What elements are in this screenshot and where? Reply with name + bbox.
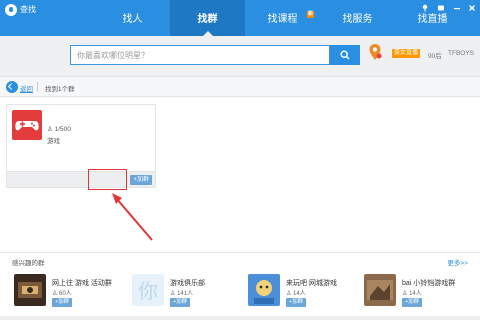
join-group-button[interactable]: +加群 xyxy=(52,298,73,307)
group-avatar[interactable] xyxy=(14,274,46,306)
tab-label: 找人 xyxy=(122,14,143,25)
recommended-group[interactable]: 来玩吧 网城游戏 ♙ 14人 +加群 xyxy=(248,274,358,314)
member-count: ♙ 14人 xyxy=(286,291,306,297)
search-button[interactable] xyxy=(330,45,360,65)
window-title: 查找 xyxy=(20,5,36,14)
tab-find-services[interactable]: 找服务 xyxy=(320,0,395,36)
svg-text:你: 你 xyxy=(138,279,158,303)
member-count: ♙ 14人 xyxy=(402,291,422,297)
hot-keyword[interactable]: TFBOYS xyxy=(448,50,474,57)
group-name[interactable]: 游戏俱乐部 xyxy=(170,278,205,288)
close-icon[interactable] xyxy=(467,4,477,14)
group-name[interactable]: 来玩吧 网城游戏 xyxy=(286,278,337,288)
card-footer: +加群 xyxy=(7,171,155,187)
group-result-card[interactable]: ♙ 1/500 游戏 +加群 xyxy=(6,104,156,188)
search-icon xyxy=(340,50,350,60)
member-count-value: 141人 xyxy=(177,291,194,297)
group-category: 游戏 xyxy=(47,138,60,145)
back-link[interactable]: 返回 xyxy=(20,83,33,93)
member-count-value: 14人 xyxy=(293,291,306,297)
member-count-value: 1/500 xyxy=(54,126,71,133)
person-icon: ♙ xyxy=(47,126,53,133)
member-count: ♙ 1/500 xyxy=(47,125,71,133)
tab-label: 找服务 xyxy=(342,14,373,25)
recommended-group[interactable]: 你 游戏俱乐部 ♙ 141人 +加群 xyxy=(132,274,242,314)
hot-tag[interactable]: 美女直播 xyxy=(392,49,421,58)
group-avatar[interactable] xyxy=(364,274,396,306)
join-group-button[interactable]: +加群 xyxy=(286,298,307,307)
highlight-box xyxy=(88,169,127,190)
search-input[interactable] xyxy=(70,45,330,65)
tab-label: 找课程 xyxy=(267,14,298,25)
group-name[interactable]: 网上往 游戏 活动群 xyxy=(52,278,112,288)
member-count-value: 14人 xyxy=(409,291,422,297)
search-area: 美女直播 90后 TFBOYS xyxy=(0,36,480,76)
recommended-group[interactable]: bai 小铃铛游戏群 ♙ 14人 +加群 xyxy=(364,274,474,314)
group-avatar[interactable] xyxy=(248,274,280,306)
tab-label: 找直播 xyxy=(417,14,448,25)
new-badge: 新 xyxy=(306,11,314,18)
recommended-group[interactable]: 网上往 游戏 活动群 ♙ 60人 +加群 xyxy=(14,274,124,314)
location-pin-icon[interactable] xyxy=(368,43,382,61)
join-group-button[interactable]: +加群 xyxy=(130,175,152,185)
join-group-button[interactable]: +加群 xyxy=(402,298,423,307)
interest-section-header: 感兴趣的群 更多>> xyxy=(0,252,480,267)
tab-find-courses[interactable]: 找课程 新 xyxy=(245,0,320,36)
gamepad-icon[interactable] xyxy=(12,110,42,140)
pin-icon[interactable] xyxy=(420,4,430,14)
back-arrow-icon[interactable] xyxy=(6,81,18,93)
result-count: 找到1个群 xyxy=(45,86,75,93)
tab-bar: 找人 找群 找课程 新 找服务 找直播 xyxy=(95,0,470,36)
group-name[interactable]: bai 小铃铛游戏群 xyxy=(402,278,455,288)
more-link[interactable]: 更多>> xyxy=(447,257,468,267)
divider xyxy=(37,82,38,92)
breadcrumb: 返回 找到1个群 xyxy=(0,76,480,97)
join-group-button[interactable]: +加群 xyxy=(170,298,191,307)
app-logo-icon xyxy=(5,4,17,16)
tab-find-people[interactable]: 找人 xyxy=(95,0,170,36)
top-bar: 查找 找人 找群 找课程 新 找服务 找直播 xyxy=(0,0,480,36)
tab-find-groups[interactable]: 找群 xyxy=(170,0,245,36)
hot-keyword[interactable]: 90后 xyxy=(428,50,442,60)
member-count: ♙ 60人 xyxy=(52,291,72,297)
minimize-icon[interactable] xyxy=(452,4,462,14)
bottom-strip xyxy=(0,316,480,320)
skin-icon[interactable] xyxy=(436,4,446,14)
member-count: ♙ 141人 xyxy=(170,291,194,297)
section-title: 感兴趣的群 xyxy=(12,260,45,267)
group-avatar[interactable]: 你 xyxy=(132,274,164,306)
member-count-value: 60人 xyxy=(59,291,72,297)
tab-label: 找群 xyxy=(197,14,218,25)
